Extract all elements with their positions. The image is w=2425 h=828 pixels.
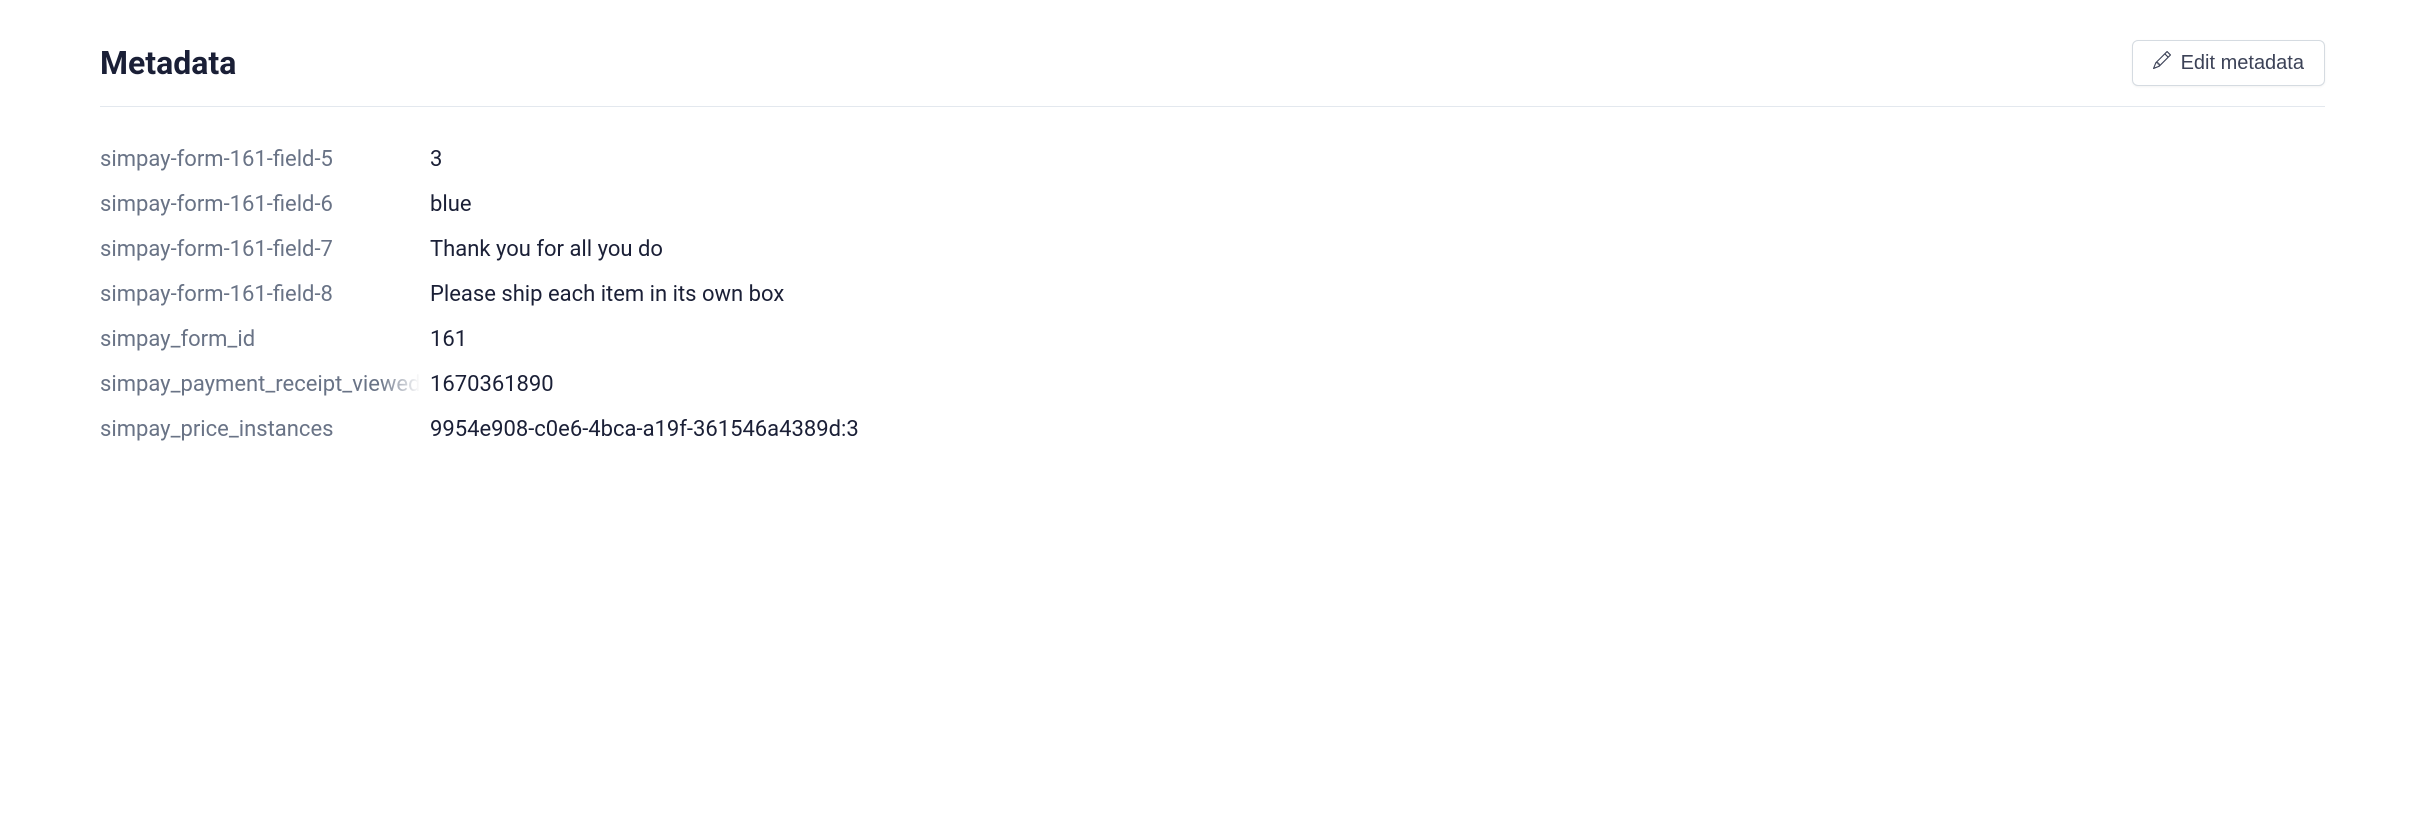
metadata-key: simpay-form-161-field-6	[100, 182, 420, 227]
metadata-value: blue	[420, 182, 2325, 227]
pencil-icon	[2153, 51, 2171, 75]
edit-button-label: Edit metadata	[2181, 52, 2304, 75]
metadata-table: simpay-form-161-field-53simpay-form-161-…	[100, 137, 2325, 452]
metadata-key: simpay-form-161-field-5	[100, 137, 420, 182]
metadata-value: 3	[420, 137, 2325, 182]
metadata-key: simpay_form_id	[100, 317, 420, 362]
edit-metadata-button[interactable]: Edit metadata	[2132, 40, 2325, 86]
metadata-row: simpay_form_id161	[100, 317, 2325, 362]
metadata-header: Metadata Edit metadata	[100, 40, 2325, 107]
section-title: Metadata	[100, 44, 236, 82]
metadata-row: simpay-form-161-field-8Please ship each …	[100, 272, 2325, 317]
metadata-row: simpay_payment_receipt_viewed1670361890	[100, 362, 2325, 407]
metadata-row: simpay_price_instances9954e908-c0e6-4bca…	[100, 407, 2325, 452]
metadata-value: Please ship each item in its own box	[420, 272, 2325, 317]
metadata-row: simpay-form-161-field-7Thank you for all…	[100, 227, 2325, 272]
metadata-value: Thank you for all you do	[420, 227, 2325, 272]
metadata-key: simpay-form-161-field-8	[100, 272, 420, 317]
metadata-value: 1670361890	[420, 362, 2325, 407]
metadata-key: simpay-form-161-field-7	[100, 227, 420, 272]
metadata-row: simpay-form-161-field-53	[100, 137, 2325, 182]
metadata-value: 161	[420, 317, 2325, 362]
metadata-key: simpay_price_instances	[100, 407, 420, 452]
metadata-row: simpay-form-161-field-6blue	[100, 182, 2325, 227]
metadata-value: 9954e908-c0e6-4bca-a19f-361546a4389d:3	[420, 407, 2325, 452]
metadata-key: simpay_payment_receipt_viewed	[100, 362, 420, 407]
